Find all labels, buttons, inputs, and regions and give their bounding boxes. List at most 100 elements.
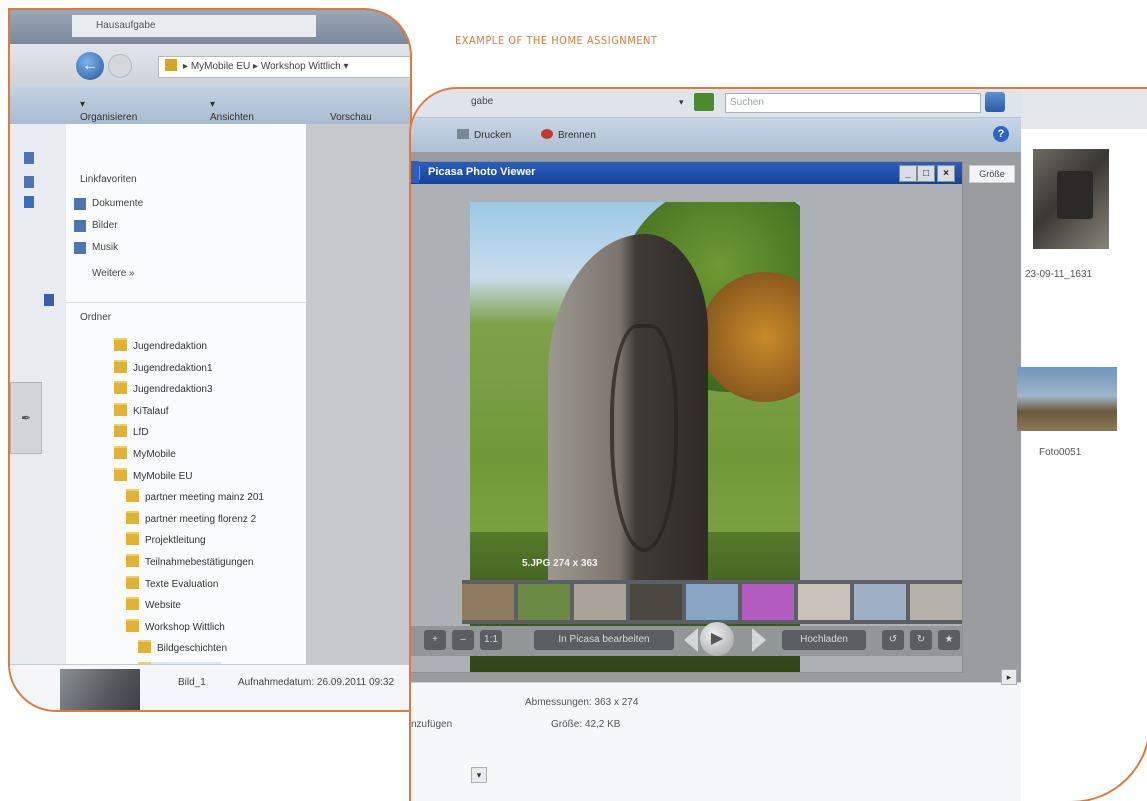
burn-button[interactable]: Brennen [541,129,596,141]
forward-button[interactable] [108,54,132,78]
actual-size-button[interactable]: 1:1 [480,630,502,650]
filmstrip-thumb[interactable] [742,584,794,620]
rotate-right-icon[interactable]: ↻ [910,630,932,650]
folder-tree-item[interactable]: KiTalauf [114,402,169,419]
chevron-down-icon[interactable]: ▾ [679,97,684,108]
detail-date: Aufnahmedatum: 26.09.2011 09:32 [238,677,395,688]
folder-tree-item[interactable]: LfD [114,424,149,440]
detail-tags: nzufügen [411,719,453,730]
explorer-toolbar: Drucken Brennen ? [411,118,1021,152]
thumbnail-label: 23-09-11_1631 [1025,269,1093,280]
refresh-icon[interactable] [694,93,714,111]
explorer-titlebar: Hausaufgabe [10,10,410,44]
folder-label: MyMobile [133,449,176,460]
folder-icon [165,59,177,71]
folder-tree-item[interactable]: Jugendredaktion3 [114,381,213,397]
minimize-button[interactable]: _ [899,165,917,182]
favorite-documents[interactable]: Dokumente [74,198,143,210]
explorer-window-title: Hausaufgabe [72,15,316,37]
viewer-photo: gabe ▾ Suchen Drucken Brennen ? Größe Pi… [409,87,1147,801]
printer-icon [457,129,469,139]
folder-label: Jugendredaktion [133,341,207,352]
close-button[interactable]: × [937,165,955,182]
address-segment[interactable]: gabe [471,96,493,107]
folder-icon [138,640,151,654]
previous-arrow-icon[interactable] [684,628,698,652]
folder-icon [114,381,127,395]
maximize-button[interactable]: □ [917,165,935,182]
document-icon [24,152,34,164]
document-icon [74,198,86,210]
folder-tree-item[interactable]: partner meeting florenz 2 [126,510,257,527]
folder-icon [126,510,139,524]
favorite-music[interactable]: Musik [74,242,118,254]
filmstrip-thumb[interactable] [686,584,738,620]
folder-label: KiTalauf [133,405,169,417]
folder-label: partner meeting mainz 201 [145,492,264,504]
filmstrip-thumb[interactable] [910,584,962,620]
file-tab [411,161,419,183]
filmstrip-thumb[interactable] [462,584,514,620]
folder-tree-item[interactable]: partner meeting mainz 201 [126,489,264,505]
views-button[interactable]: Ansichten ▾ [210,99,254,123]
file-thumbnail[interactable] [1033,149,1109,249]
folder-label: partner meeting florenz 2 [145,513,257,525]
explorer-toolbar: Organisieren ▾ Ansichten ▾ Vorschau [10,86,410,124]
picasa-window: Picasa Photo Viewer _ □ × 5.JPG 274 x 36… [411,161,963,673]
folder-icon [114,446,127,459]
address-segment[interactable]: MyMobile EU [191,61,250,72]
folder-tree-item[interactable]: Jugendredaktion [114,338,207,354]
print-button[interactable]: Drucken [457,129,511,141]
star-icon[interactable]: ★ [938,630,960,650]
picasa-title: Picasa Photo Viewer [428,166,536,178]
back-button[interactable]: ← [76,52,104,80]
folder-icon [126,532,139,546]
filmstrip-thumb[interactable] [630,584,682,620]
folder-label: MyMobile EU [133,470,193,482]
filmstrip-thumb[interactable] [798,584,850,620]
address-bar[interactable]: gabe ▾ Suchen [411,89,1021,118]
computer-icon [44,294,54,306]
file-thumbnail[interactable] [1017,367,1117,431]
favorite-pictures[interactable]: Bilder [74,220,118,232]
folder-icon [114,402,127,416]
folder-icon [126,597,139,611]
folder-tree-item[interactable]: Texte Evaluation [126,575,218,592]
folder-tree-item[interactable]: MyMobile [114,446,176,462]
rotate-left-icon[interactable]: ↺ [882,630,904,650]
column-header-size[interactable]: Größe [969,165,1015,183]
folder-tree-item[interactable]: Teilnahmebestätigungen [126,554,253,570]
edit-in-picasa-button[interactable]: In Picasa bearbeiten [534,630,674,650]
folder-label: Teilnahmebestätigungen [145,557,254,568]
organize-button[interactable]: Organisieren ▾ [80,99,137,123]
photo-stone-sculpture [548,234,708,614]
help-icon[interactable]: ? [993,126,1009,142]
folder-icon [126,618,139,632]
folder-tree-item[interactable]: MyMobile EU [114,467,193,484]
search-button[interactable] [985,92,1005,112]
folder-tree-item[interactable]: Projektleitung [126,532,206,548]
filmstrip-thumb[interactable] [518,584,570,620]
next-arrow-icon[interactable] [752,628,766,652]
filmstrip-thumb[interactable] [574,584,626,620]
address-segment[interactable]: Workshop Wittlich [261,61,341,72]
more-link[interactable]: Weitere » [92,268,135,279]
zoom-out-button[interactable]: – [452,630,474,650]
upload-button[interactable]: Hochladen [782,630,866,650]
folder-tree-item[interactable]: Workshop Wittlich [126,618,225,635]
filmstrip-thumb[interactable] [854,584,906,620]
folder-tree-item[interactable]: Jugendredaktion1 [114,359,213,376]
play-button[interactable]: ▶ [700,622,734,656]
address-bar[interactable]: ▸ MyMobile EU ▸ Workshop Wittlich ▾ [158,56,410,78]
favorites-heading: Linkfavoriten [80,174,137,185]
search-input[interactable]: Suchen [725,93,981,113]
scroll-down-icon[interactable]: ▸ [1001,669,1017,685]
folder-tree-item[interactable]: Website [126,597,181,613]
folder-tree-item[interactable]: Bildgeschichten [138,640,227,656]
side-tab-button[interactable]: ✒ [10,382,42,454]
music-icon [74,242,86,254]
folders-heading: Ordner [80,312,112,323]
zoom-in-button[interactable]: + [424,630,446,650]
scroll-down-icon[interactable]: ▾ [471,767,487,783]
details-pane: Bild_1 Aufnahmedatum: 26.09.2011 09:32 [10,664,410,710]
